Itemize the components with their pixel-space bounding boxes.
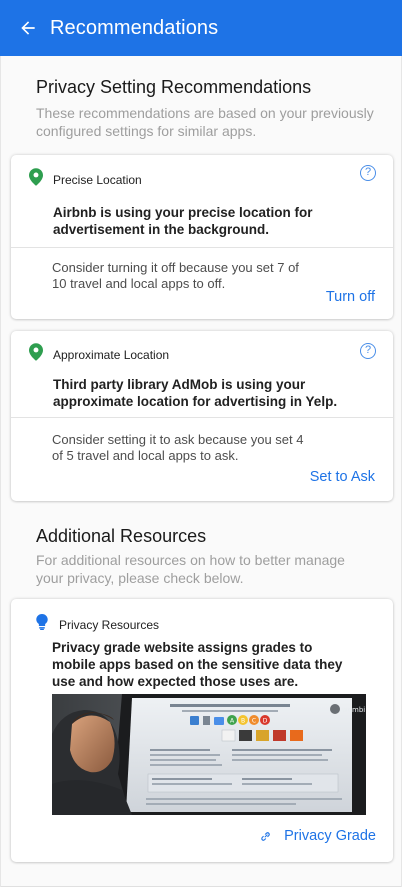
card-headline: Privacy grade website assigns grades to … xyxy=(52,640,343,689)
grade-b: B xyxy=(241,718,245,725)
recommendation-card-approximate-location: Approximate Location ? Third party libra… xyxy=(11,331,393,501)
resources-section-subtitle: For additional resources on how to bette… xyxy=(36,552,345,586)
help-icon[interactable]: ? xyxy=(360,165,376,181)
turn-off-button[interactable]: Turn off xyxy=(326,289,375,305)
location-pin-icon xyxy=(29,168,43,191)
card-header: Approximate Location xyxy=(29,343,169,366)
grade-c: C xyxy=(252,718,256,725)
card-header: Privacy Resources xyxy=(36,614,159,635)
privacy-grade-thumbnail[interactable]: A B C D wembi xyxy=(52,694,366,815)
content-area: Privacy Setting Recommendations These re… xyxy=(0,56,402,887)
card-advice: Consider setting it to ask because you s… xyxy=(52,432,304,463)
privacy-section-title: Privacy Setting Recommendations xyxy=(36,77,312,97)
card-label: Precise Location xyxy=(53,172,142,187)
privacy-grade-link-label: Privacy Grade xyxy=(284,828,376,844)
page-title: Recommendations xyxy=(50,16,219,39)
lightbulb-icon xyxy=(36,614,48,635)
recommendation-card-precise-location: Precise Location ? Airbnb is using your … xyxy=(11,155,393,319)
back-arrow-icon[interactable] xyxy=(16,16,40,40)
watermark-text: wembi xyxy=(342,706,365,714)
app-bar: Recommendations xyxy=(0,0,402,56)
help-icon[interactable]: ? xyxy=(360,343,376,359)
resources-section-title: Additional Resources xyxy=(36,526,207,546)
grade-d: D xyxy=(263,718,268,725)
card-label: Privacy Resources xyxy=(59,617,160,632)
card-header: Precise Location xyxy=(29,168,142,191)
privacy-section-subtitle: These recommendations are based on your … xyxy=(36,105,374,139)
privacy-resources-card: Privacy Resources Privacy grade website … xyxy=(11,599,393,862)
privacy-grade-link[interactable]: Privacy Grade xyxy=(259,828,376,844)
card-headline: Airbnb is using your precise location fo… xyxy=(53,205,313,237)
card-divider xyxy=(11,417,393,418)
card-advice: Consider turning it off because you set … xyxy=(52,260,299,291)
card-headline: Third party library AdMob is using your … xyxy=(53,377,338,409)
location-pin-icon xyxy=(29,343,43,366)
card-label: Approximate Location xyxy=(53,347,170,362)
link-icon xyxy=(259,830,272,843)
card-divider xyxy=(11,247,393,248)
set-to-ask-button[interactable]: Set to Ask xyxy=(310,469,375,485)
